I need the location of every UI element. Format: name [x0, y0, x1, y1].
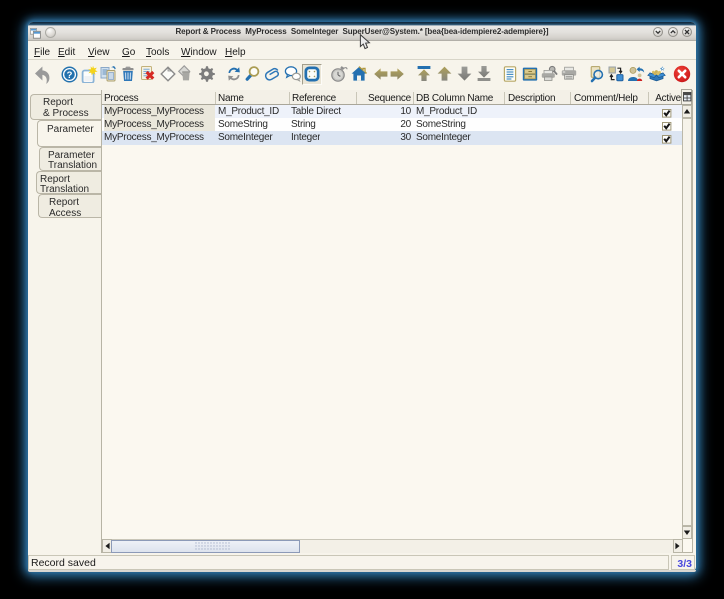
- svg-text:?: ?: [67, 70, 73, 81]
